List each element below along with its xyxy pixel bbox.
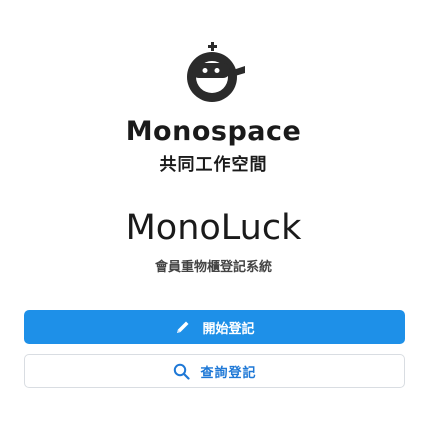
search-register-button[interactable]: 查詢登記	[24, 354, 405, 388]
start-register-label: 開始登記	[202, 321, 255, 337]
app-subtitle: 會員重物櫃登記系統	[154, 260, 272, 275]
app-title: MonoLuck	[125, 208, 302, 248]
search-icon	[172, 362, 190, 380]
search-register-label: 查詢登記	[200, 365, 257, 381]
monospace-logo	[187, 42, 245, 102]
brand-subtitle: 共同工作空間	[159, 155, 268, 175]
login-page: Monospace 共同工作空間 MonoLuck 會員重物櫃登記系統 開始登記…	[0, 0, 427, 447]
start-register-button[interactable]: 開始登記	[24, 310, 405, 344]
pencil-icon	[174, 318, 192, 336]
brand-name: Monospace	[125, 116, 302, 147]
